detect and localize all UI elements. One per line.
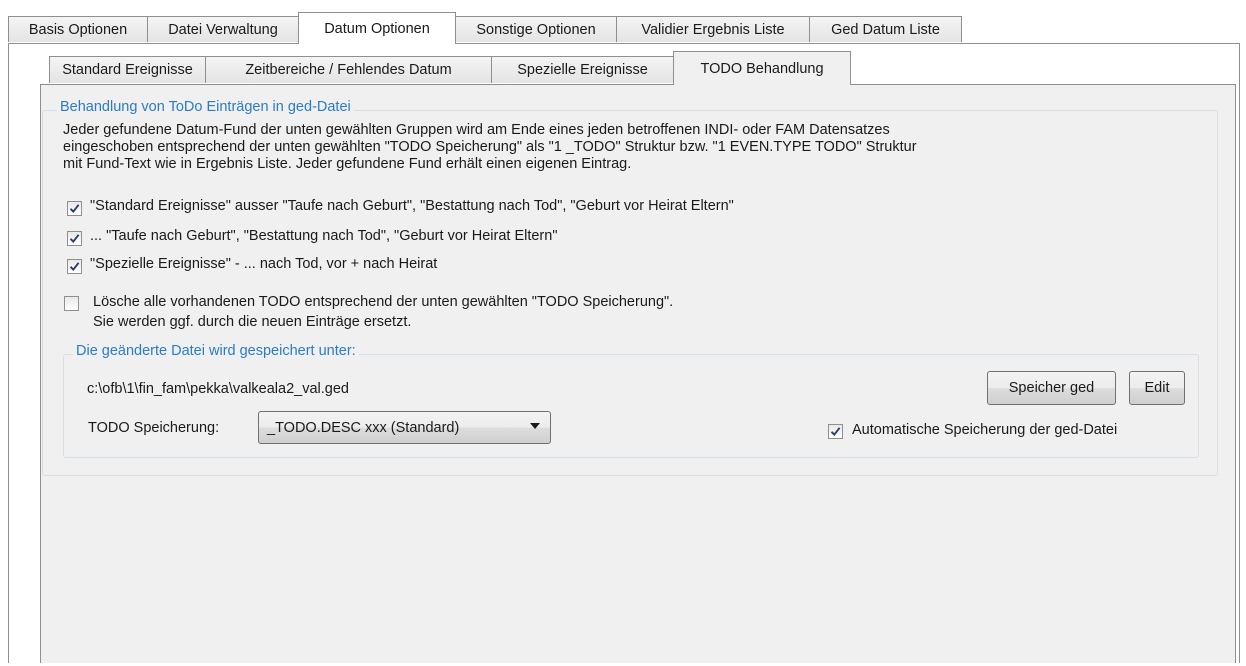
tab-basis-optionen[interactable]: Basis Optionen (8, 16, 148, 42)
save-group (63, 354, 1199, 458)
checkmark-icon (69, 234, 80, 244)
checkmark-icon (69, 262, 80, 272)
checkmark-icon (830, 427, 841, 437)
edit-button[interactable]: Edit (1129, 371, 1185, 405)
description-line-3: mit Fund-Text wie in Ergebnis Liste. Jed… (63, 156, 632, 172)
standard-ereignisse-checkbox[interactable] (67, 201, 82, 216)
speicher-ged-button[interactable]: Speicher ged (987, 371, 1116, 405)
taufe-bestattung-label: ... "Taufe nach Geburt", "Bestattung nac… (90, 228, 558, 244)
todo-speicherung-value: _TODO.DESC xxx (Standard) (267, 419, 460, 436)
tab-sonstige-optionen[interactable]: Sonstige Optionen (455, 16, 617, 42)
todo-group-title: Behandlung von ToDo Einträgen in ged-Dat… (57, 99, 354, 115)
taufe-bestattung-checkbox[interactable] (67, 231, 82, 246)
delete-todo-label-line-1: Lösche alle vorhandenen TODO entsprechen… (93, 294, 674, 310)
description-line-1: Jeder gefundene Datum-Fund der unten gew… (63, 122, 890, 138)
standard-ereignisse-label: "Standard Ereignisse" ausser "Taufe nach… (90, 198, 734, 214)
auto-save-label: Automatische Speicherung der ged-Datei (852, 422, 1118, 438)
subtab-standard-ereignisse[interactable]: Standard Ereignisse (49, 56, 206, 83)
description-line-2: eingeschoben entsprechend der unten gewä… (63, 139, 917, 155)
subtab-todo-behandlung[interactable]: TODO Behandlung (673, 51, 851, 85)
delete-todo-label-line-2: Sie werden ggf. durch die neuen Einträge… (93, 314, 412, 330)
tab-ged-datum-liste[interactable]: Ged Datum Liste (809, 16, 962, 42)
delete-todo-checkbox[interactable] (64, 296, 79, 311)
chevron-down-icon (530, 423, 540, 429)
auto-save-checkbox[interactable] (828, 424, 843, 439)
output-file-path: c:\ofb\1\fin_fam\pekka\valkeala2_val.ged (87, 381, 349, 397)
tab-datei-verwaltung[interactable]: Datei Verwaltung (147, 16, 299, 42)
tab-datum-optionen[interactable]: Datum Optionen (298, 12, 456, 44)
save-group-title: Die geänderte Datei wird gespeichert unt… (73, 343, 359, 359)
todo-speicherung-label: TODO Speicherung: (88, 420, 220, 436)
todo-speicherung-dropdown[interactable]: _TODO.DESC xxx (Standard) (258, 411, 551, 444)
tab-validier-ergebnis-liste[interactable]: Validier Ergebnis Liste (616, 16, 810, 42)
subtab-spezielle-ereignisse[interactable]: Spezielle Ereignisse (491, 56, 674, 83)
spezielle-ereignisse-checkbox[interactable] (67, 259, 82, 274)
subtab-zeitbereiche[interactable]: Zeitbereiche / Fehlendes Datum (205, 56, 492, 83)
checkmark-icon (69, 204, 80, 214)
spezielle-ereignisse-label: "Spezielle Ereignisse" - ... nach Tod, v… (90, 256, 438, 272)
